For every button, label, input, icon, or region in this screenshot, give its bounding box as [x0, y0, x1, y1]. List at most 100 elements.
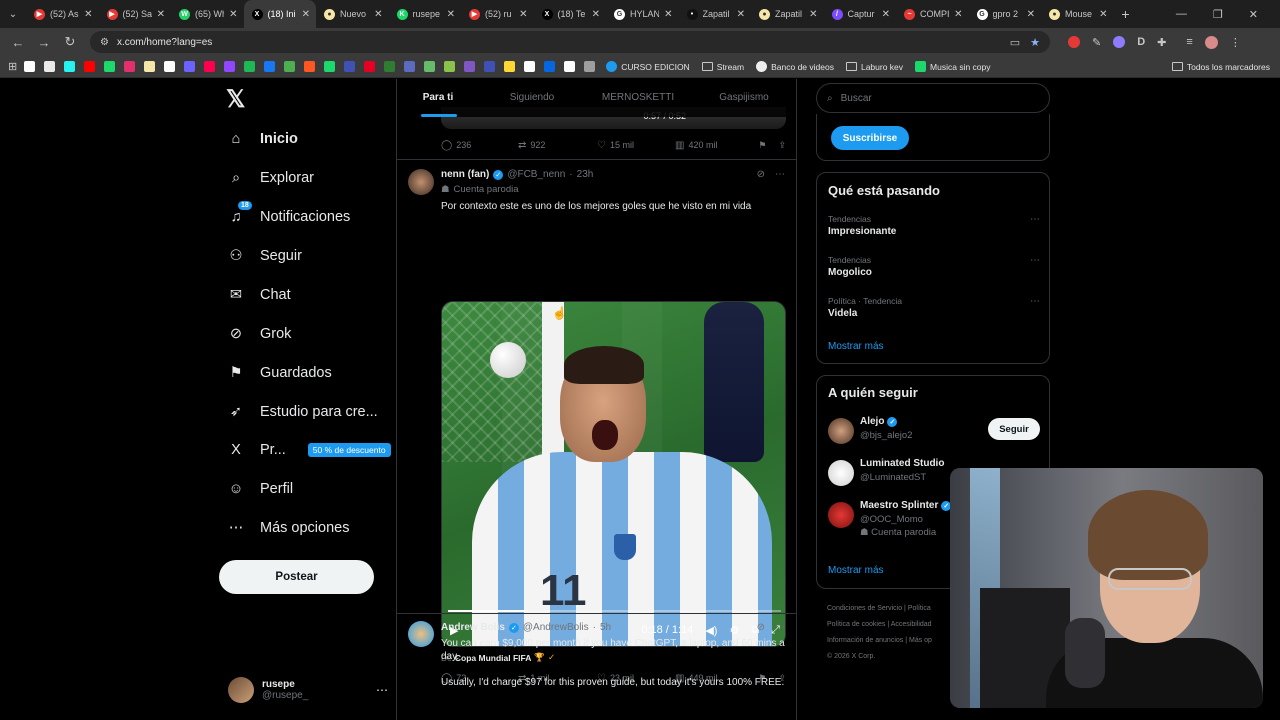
- bookmark-link[interactable]: CURSO EDICION: [606, 61, 690, 72]
- tab-search-button[interactable]: ⌄: [0, 0, 26, 28]
- nav-item[interactable]: ⌕ Explorar: [226, 164, 314, 192]
- bookmark-favicon-icon[interactable]: [324, 61, 336, 72]
- close-tab-icon[interactable]: ✕: [374, 9, 382, 20]
- nav-item[interactable]: ➶ Estudio para cre...: [226, 398, 378, 426]
- tab-mernosketti[interactable]: MERNOSKETTI: [585, 79, 691, 117]
- show-more-link[interactable]: Mostrar más: [828, 341, 884, 352]
- avatar[interactable]: [828, 502, 854, 528]
- bookmark-link[interactable]: Musica sin copy: [915, 61, 991, 72]
- nav-item[interactable]: ⊘ Grok: [226, 320, 292, 348]
- bookmark-favicon-icon[interactable]: [564, 61, 576, 72]
- close-tab-icon[interactable]: ✕: [157, 9, 165, 20]
- post-age[interactable]: 23h: [577, 169, 594, 180]
- close-tab-icon[interactable]: ✕: [519, 9, 527, 20]
- close-tab-icon[interactable]: ✕: [447, 9, 455, 20]
- more-icon[interactable]: ⋯: [775, 622, 785, 633]
- browser-tab[interactable]: ▶ (52) Sa ✕: [99, 0, 172, 28]
- site-info-icon[interactable]: ⚙: [100, 37, 109, 48]
- close-tab-icon[interactable]: ✕: [664, 9, 672, 20]
- browser-tab[interactable]: ● Mouse ✕: [1041, 0, 1114, 28]
- bookmark-star-icon[interactable]: ★: [1030, 36, 1040, 49]
- close-tab-icon[interactable]: ✕: [882, 9, 890, 20]
- post-age[interactable]: 5h: [600, 622, 611, 633]
- bookmark-favicon-icon[interactable]: [84, 61, 96, 72]
- close-tab-icon[interactable]: ✕: [302, 9, 310, 20]
- post-button[interactable]: Postear: [219, 560, 374, 594]
- browser-tab[interactable]: ● Zapatil ✕: [751, 0, 824, 28]
- apps-icon[interactable]: ⊞: [8, 60, 17, 73]
- author-name[interactable]: nenn (fan): [441, 169, 489, 180]
- bookmark-favicon-icon[interactable]: [504, 61, 516, 72]
- bookmark-favicon-icon[interactable]: [184, 61, 196, 72]
- more-icon[interactable]: ⋯: [1030, 255, 1040, 266]
- close-tab-icon[interactable]: ✕: [229, 9, 237, 20]
- browser-tab[interactable]: W (65) Wh ✕: [171, 0, 244, 28]
- bookmark-favicon-icon[interactable]: [304, 61, 316, 72]
- bookmark-icon[interactable]: ⚑: [758, 140, 766, 151]
- bookmark-favicon-icon[interactable]: [264, 61, 276, 72]
- close-tab-icon[interactable]: ✕: [809, 9, 817, 20]
- close-tab-icon[interactable]: ✕: [1027, 9, 1035, 20]
- browser-tab[interactable]: / Captur ✕: [824, 0, 897, 28]
- nav-item[interactable]: X Pr... 50 % de descuento: [226, 436, 391, 464]
- bookmark-favicon-icon[interactable]: [24, 61, 36, 72]
- bookmark-favicon-icon[interactable]: [144, 61, 156, 72]
- footer-link[interactable]: Política: [908, 605, 931, 612]
- all-bookmarks-link[interactable]: Todos los marcadores: [1171, 62, 1280, 72]
- post[interactable]: Andrew Bolis ✓ @AndrewBolis · 5h ⊘ ⋯ You…: [397, 613, 796, 720]
- bookmark-link[interactable]: Stream: [701, 62, 744, 72]
- bookmark-favicon-icon[interactable]: [284, 61, 296, 72]
- reload-button[interactable]: ↻: [58, 30, 82, 54]
- browser-tab[interactable]: X (18) Te ✕: [534, 0, 607, 28]
- more-icon[interactable]: ⋯: [775, 169, 785, 180]
- new-tab-button[interactable]: +: [1114, 6, 1138, 22]
- nav-item[interactable]: ⚑ Guardados: [226, 359, 332, 387]
- footer-link[interactable]: Más op: [909, 637, 932, 644]
- minimize-icon[interactable]: —: [1176, 8, 1187, 21]
- extension-icon[interactable]: [1113, 36, 1126, 48]
- footer-link[interactable]: Accesibilidad: [891, 621, 932, 628]
- install-app-icon[interactable]: ▭: [1010, 36, 1020, 49]
- browser-tab[interactable]: Krusepe ✕: [389, 0, 462, 28]
- close-tab-icon[interactable]: ✕: [1099, 9, 1107, 20]
- views-button[interactable]: ▥ 420 mil: [675, 140, 755, 151]
- forward-button[interactable]: →: [32, 30, 56, 54]
- nav-item[interactable]: ⋯ Más opciones: [226, 514, 350, 542]
- subscribe-button[interactable]: Suscribirse: [831, 126, 909, 150]
- more-icon[interactable]: ⋯: [1030, 296, 1040, 307]
- footer-link[interactable]: Política de cookies: [827, 621, 885, 628]
- grok-icon[interactable]: ⊘: [757, 169, 765, 180]
- repost-button[interactable]: ⇄ 922: [518, 140, 597, 151]
- close-tab-icon[interactable]: ✕: [84, 9, 92, 20]
- bookmark-favicon-icon[interactable]: [484, 61, 496, 72]
- author-handle[interactable]: @AndrewBolis: [523, 622, 589, 633]
- bookmark-favicon-icon[interactable]: [364, 61, 376, 72]
- nav-item[interactable]: ☺ Perfil: [226, 475, 293, 503]
- media-icon[interactable]: ≡: [1186, 36, 1192, 48]
- tab-para-ti[interactable]: Para ti: [397, 79, 479, 117]
- avatar[interactable]: [408, 621, 434, 647]
- browser-tab[interactable]: ● Nuevo ✕: [316, 0, 389, 28]
- show-more-link[interactable]: Mostrar más: [828, 565, 884, 576]
- tab-siguiendo[interactable]: Siguiendo: [479, 79, 585, 117]
- bookmark-favicon-icon[interactable]: [444, 61, 456, 72]
- nav-item[interactable]: ♫ 18 Notificaciones: [226, 201, 350, 231]
- follow-suggestion[interactable]: Alejo ✓ @bjs_alejo2 Seguir: [828, 416, 1040, 456]
- grok-icon[interactable]: ⊘: [757, 622, 765, 633]
- tab-gaspijismo[interactable]: Gaspijismo: [691, 79, 796, 117]
- bookmark-favicon-icon[interactable]: [384, 61, 396, 72]
- restore-icon[interactable]: ❐: [1213, 8, 1223, 21]
- footer-link[interactable]: Condiciones de Servicio: [827, 605, 902, 612]
- video-player[interactable]: 11 ▶ 0:18 / 1:14 ◀) ⚙ ⧉ ⤢: [441, 301, 786, 647]
- bookmark-favicon-icon[interactable]: [124, 61, 136, 72]
- browser-tab[interactable]: ▶ (52) As ✕: [26, 0, 99, 28]
- follow-button[interactable]: Seguir: [988, 418, 1040, 440]
- trend-item[interactable]: Tendencias Impresionante ⋯: [828, 214, 1040, 237]
- close-tab-icon[interactable]: ✕: [592, 9, 600, 20]
- puzzle-icon[interactable]: ✚: [1157, 36, 1166, 49]
- bookmark-link[interactable]: Laburo kev: [845, 62, 903, 72]
- bookmark-favicon-icon[interactable]: [404, 61, 416, 72]
- bookmark-favicon-icon[interactable]: [544, 61, 556, 72]
- browser-tab[interactable]: ▶ (52) ru ✕: [461, 0, 534, 28]
- trend-item[interactable]: Tendencias Mogolico ⋯: [828, 255, 1040, 278]
